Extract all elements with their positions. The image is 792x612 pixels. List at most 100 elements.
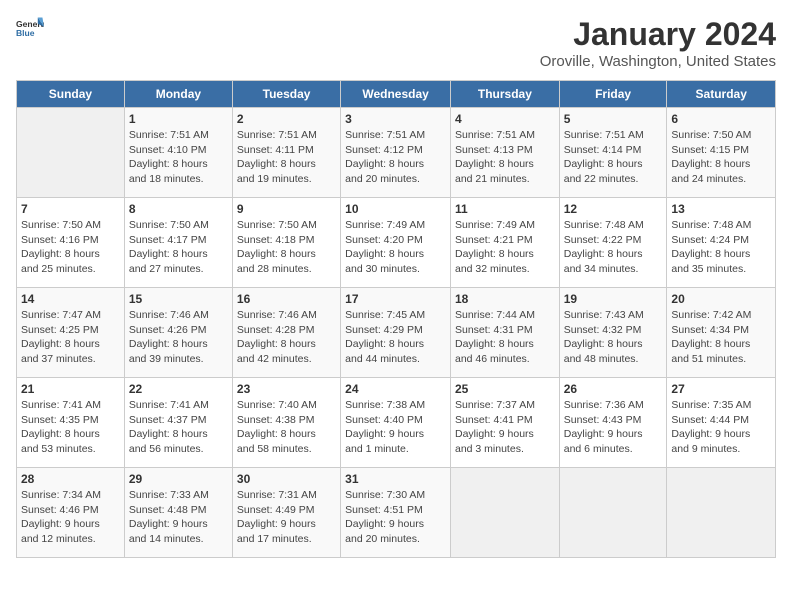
day-info: Sunrise: 7:50 AM Sunset: 4:18 PM Dayligh… [237, 218, 336, 277]
day-number: 26 [564, 382, 663, 396]
calendar-subtitle: Oroville, Washington, United States [540, 53, 776, 70]
calendar-cell [667, 468, 776, 558]
day-number: 20 [671, 292, 771, 306]
day-info: Sunrise: 7:50 AM Sunset: 4:17 PM Dayligh… [129, 218, 228, 277]
day-number: 8 [129, 202, 228, 216]
day-number: 2 [237, 112, 336, 126]
day-info: Sunrise: 7:49 AM Sunset: 4:21 PM Dayligh… [455, 218, 555, 277]
calendar-cell: 18 Sunrise: 7:44 AM Sunset: 4:31 PM Dayli… [450, 288, 559, 378]
calendar-cell: 30Sunrise: 7:31 AM Sunset: 4:49 PM Dayli… [232, 468, 340, 558]
day-info: Sunrise: 7:50 AM Sunset: 4:15 PM Dayligh… [671, 128, 771, 187]
day-of-week-header: Thursday [450, 81, 559, 108]
calendar-cell: 2 Sunrise: 7:51 AM Sunset: 4:11 PM Daylig… [232, 108, 340, 198]
day-info: Sunrise: 7:48 AM Sunset: 4:22 PM Dayligh… [564, 218, 663, 277]
day-number: 1 [129, 112, 228, 126]
calendar-cell: 25Sunrise: 7:37 AM Sunset: 4:41 PM Dayli… [450, 378, 559, 468]
calendar-cell: 7 Sunrise: 7:50 AM Sunset: 4:16 PM Daylig… [17, 198, 125, 288]
day-number: 6 [671, 112, 771, 126]
calendar-cell: 19 Sunrise: 7:43 AM Sunset: 4:32 PM Dayli… [559, 288, 667, 378]
calendar-week-row: 1 Sunrise: 7:51 AM Sunset: 4:10 PM Daylig… [17, 108, 776, 198]
day-info: Sunrise: 7:33 AM Sunset: 4:48 PM Dayligh… [129, 488, 228, 547]
day-of-week-header: Friday [559, 81, 667, 108]
day-info: Sunrise: 7:43 AM Sunset: 4:32 PM Dayligh… [564, 308, 663, 367]
day-info: Sunrise: 7:50 AM Sunset: 4:16 PM Dayligh… [21, 218, 120, 277]
calendar-cell: 11 Sunrise: 7:49 AM Sunset: 4:21 PM Dayli… [450, 198, 559, 288]
day-info: Sunrise: 7:41 AM Sunset: 4:37 PM Dayligh… [129, 398, 228, 457]
day-info: Sunrise: 7:42 AM Sunset: 4:34 PM Dayligh… [671, 308, 771, 367]
day-number: 14 [21, 292, 120, 306]
calendar-week-row: 7 Sunrise: 7:50 AM Sunset: 4:16 PM Daylig… [17, 198, 776, 288]
day-number: 19 [564, 292, 663, 306]
day-info: Sunrise: 7:38 AM Sunset: 4:40 PM Dayligh… [345, 398, 446, 457]
day-info: Sunrise: 7:51 AM Sunset: 4:12 PM Dayligh… [345, 128, 446, 187]
day-number: 28 [21, 472, 120, 486]
calendar-cell: 26 Sunrise: 7:36 AM Sunset: 4:43 PM Dayli… [559, 378, 667, 468]
calendar-cell: 12 Sunrise: 7:48 AM Sunset: 4:22 PM Dayli… [559, 198, 667, 288]
day-number: 25 [455, 382, 555, 396]
day-info: Sunrise: 7:51 AM Sunset: 4:10 PM Dayligh… [129, 128, 228, 187]
day-info: Sunrise: 7:44 AM Sunset: 4:31 PM Dayligh… [455, 308, 555, 367]
day-number: 24 [345, 382, 446, 396]
day-number: 12 [564, 202, 663, 216]
calendar-cell: 29 Sunrise: 7:33 AM Sunset: 4:48 PM Dayli… [124, 468, 232, 558]
day-number: 11 [455, 202, 555, 216]
calendar-cell: 20 Sunrise: 7:42 AM Sunset: 4:34 PM Dayli… [667, 288, 776, 378]
day-of-week-header: Sunday [17, 81, 125, 108]
calendar-cell [17, 108, 125, 198]
day-number: 3 [345, 112, 446, 126]
calendar-week-row: 14 Sunrise: 7:47 AM Sunset: 4:25 PM Dayli… [17, 288, 776, 378]
calendar-header: SundayMondayTuesdayWednesdayThursdayFrid… [17, 81, 776, 108]
day-of-week-header: Wednesday [341, 81, 451, 108]
day-number: 22 [129, 382, 228, 396]
calendar-cell: 8 Sunrise: 7:50 AM Sunset: 4:17 PM Daylig… [124, 198, 232, 288]
title-block: January 2024 Oroville, Washington, Unite… [540, 16, 776, 70]
day-number: 4 [455, 112, 555, 126]
day-info: Sunrise: 7:36 AM Sunset: 4:43 PM Dayligh… [564, 398, 663, 457]
calendar-cell: 13 Sunrise: 7:48 AM Sunset: 4:24 PM Dayli… [667, 198, 776, 288]
days-of-week-row: SundayMondayTuesdayWednesdayThursdayFrid… [17, 81, 776, 108]
calendar-title: January 2024 [540, 16, 776, 53]
day-number: 16 [237, 292, 336, 306]
day-number: 7 [21, 202, 120, 216]
calendar-cell: 10 Sunrise: 7:49 AM Sunset: 4:20 PM Dayli… [341, 198, 451, 288]
calendar-cell: 16 Sunrise: 7:46 AM Sunset: 4:28 PM Dayli… [232, 288, 340, 378]
day-of-week-header: Monday [124, 81, 232, 108]
calendar-cell: 24 Sunrise: 7:38 AM Sunset: 4:40 PM Dayli… [341, 378, 451, 468]
calendar-cell: 6 Sunrise: 7:50 AM Sunset: 4:15 PM Daylig… [667, 108, 776, 198]
day-info: Sunrise: 7:46 AM Sunset: 4:28 PM Dayligh… [237, 308, 336, 367]
day-info: Sunrise: 7:51 AM Sunset: 4:14 PM Dayligh… [564, 128, 663, 187]
logo: General Blue [16, 16, 44, 44]
day-number: 13 [671, 202, 771, 216]
calendar-cell [450, 468, 559, 558]
day-info: Sunrise: 7:51 AM Sunset: 4:13 PM Dayligh… [455, 128, 555, 187]
logo-icon: General Blue [16, 16, 44, 44]
day-info: Sunrise: 7:31 AM Sunset: 4:49 PM Dayligh… [237, 488, 336, 547]
day-number: 18 [455, 292, 555, 306]
calendar-cell: 15Sunrise: 7:46 AM Sunset: 4:26 PM Dayli… [124, 288, 232, 378]
day-number: 27 [671, 382, 771, 396]
calendar-cell: 22 Sunrise: 7:41 AM Sunset: 4:37 PM Dayli… [124, 378, 232, 468]
day-number: 29 [129, 472, 228, 486]
calendar-body: 1 Sunrise: 7:51 AM Sunset: 4:10 PM Daylig… [17, 108, 776, 558]
day-number: 10 [345, 202, 446, 216]
calendar-cell: 17Sunrise: 7:45 AM Sunset: 4:29 PM Dayli… [341, 288, 451, 378]
calendar-cell: 1 Sunrise: 7:51 AM Sunset: 4:10 PM Daylig… [124, 108, 232, 198]
day-info: Sunrise: 7:49 AM Sunset: 4:20 PM Dayligh… [345, 218, 446, 277]
calendar-cell: 31Sunrise: 7:30 AM Sunset: 4:51 PM Dayli… [341, 468, 451, 558]
day-info: Sunrise: 7:35 AM Sunset: 4:44 PM Dayligh… [671, 398, 771, 457]
calendar-cell: 4 Sunrise: 7:51 AM Sunset: 4:13 PM Daylig… [450, 108, 559, 198]
day-number: 23 [237, 382, 336, 396]
day-info: Sunrise: 7:40 AM Sunset: 4:38 PM Dayligh… [237, 398, 336, 457]
day-info: Sunrise: 7:47 AM Sunset: 4:25 PM Dayligh… [21, 308, 120, 367]
calendar-cell: 27 Sunrise: 7:35 AM Sunset: 4:44 PM Dayli… [667, 378, 776, 468]
calendar-cell: 14 Sunrise: 7:47 AM Sunset: 4:25 PM Dayli… [17, 288, 125, 378]
day-of-week-header: Saturday [667, 81, 776, 108]
calendar-cell: 23 Sunrise: 7:40 AM Sunset: 4:38 PM Dayli… [232, 378, 340, 468]
day-number: 5 [564, 112, 663, 126]
day-info: Sunrise: 7:30 AM Sunset: 4:51 PM Dayligh… [345, 488, 446, 547]
svg-text:Blue: Blue [16, 28, 35, 38]
calendar-cell: 28Sunrise: 7:34 AM Sunset: 4:46 PM Dayli… [17, 468, 125, 558]
day-info: Sunrise: 7:51 AM Sunset: 4:11 PM Dayligh… [237, 128, 336, 187]
day-info: Sunrise: 7:48 AM Sunset: 4:24 PM Dayligh… [671, 218, 771, 277]
calendar-cell: 5 Sunrise: 7:51 AM Sunset: 4:14 PM Daylig… [559, 108, 667, 198]
